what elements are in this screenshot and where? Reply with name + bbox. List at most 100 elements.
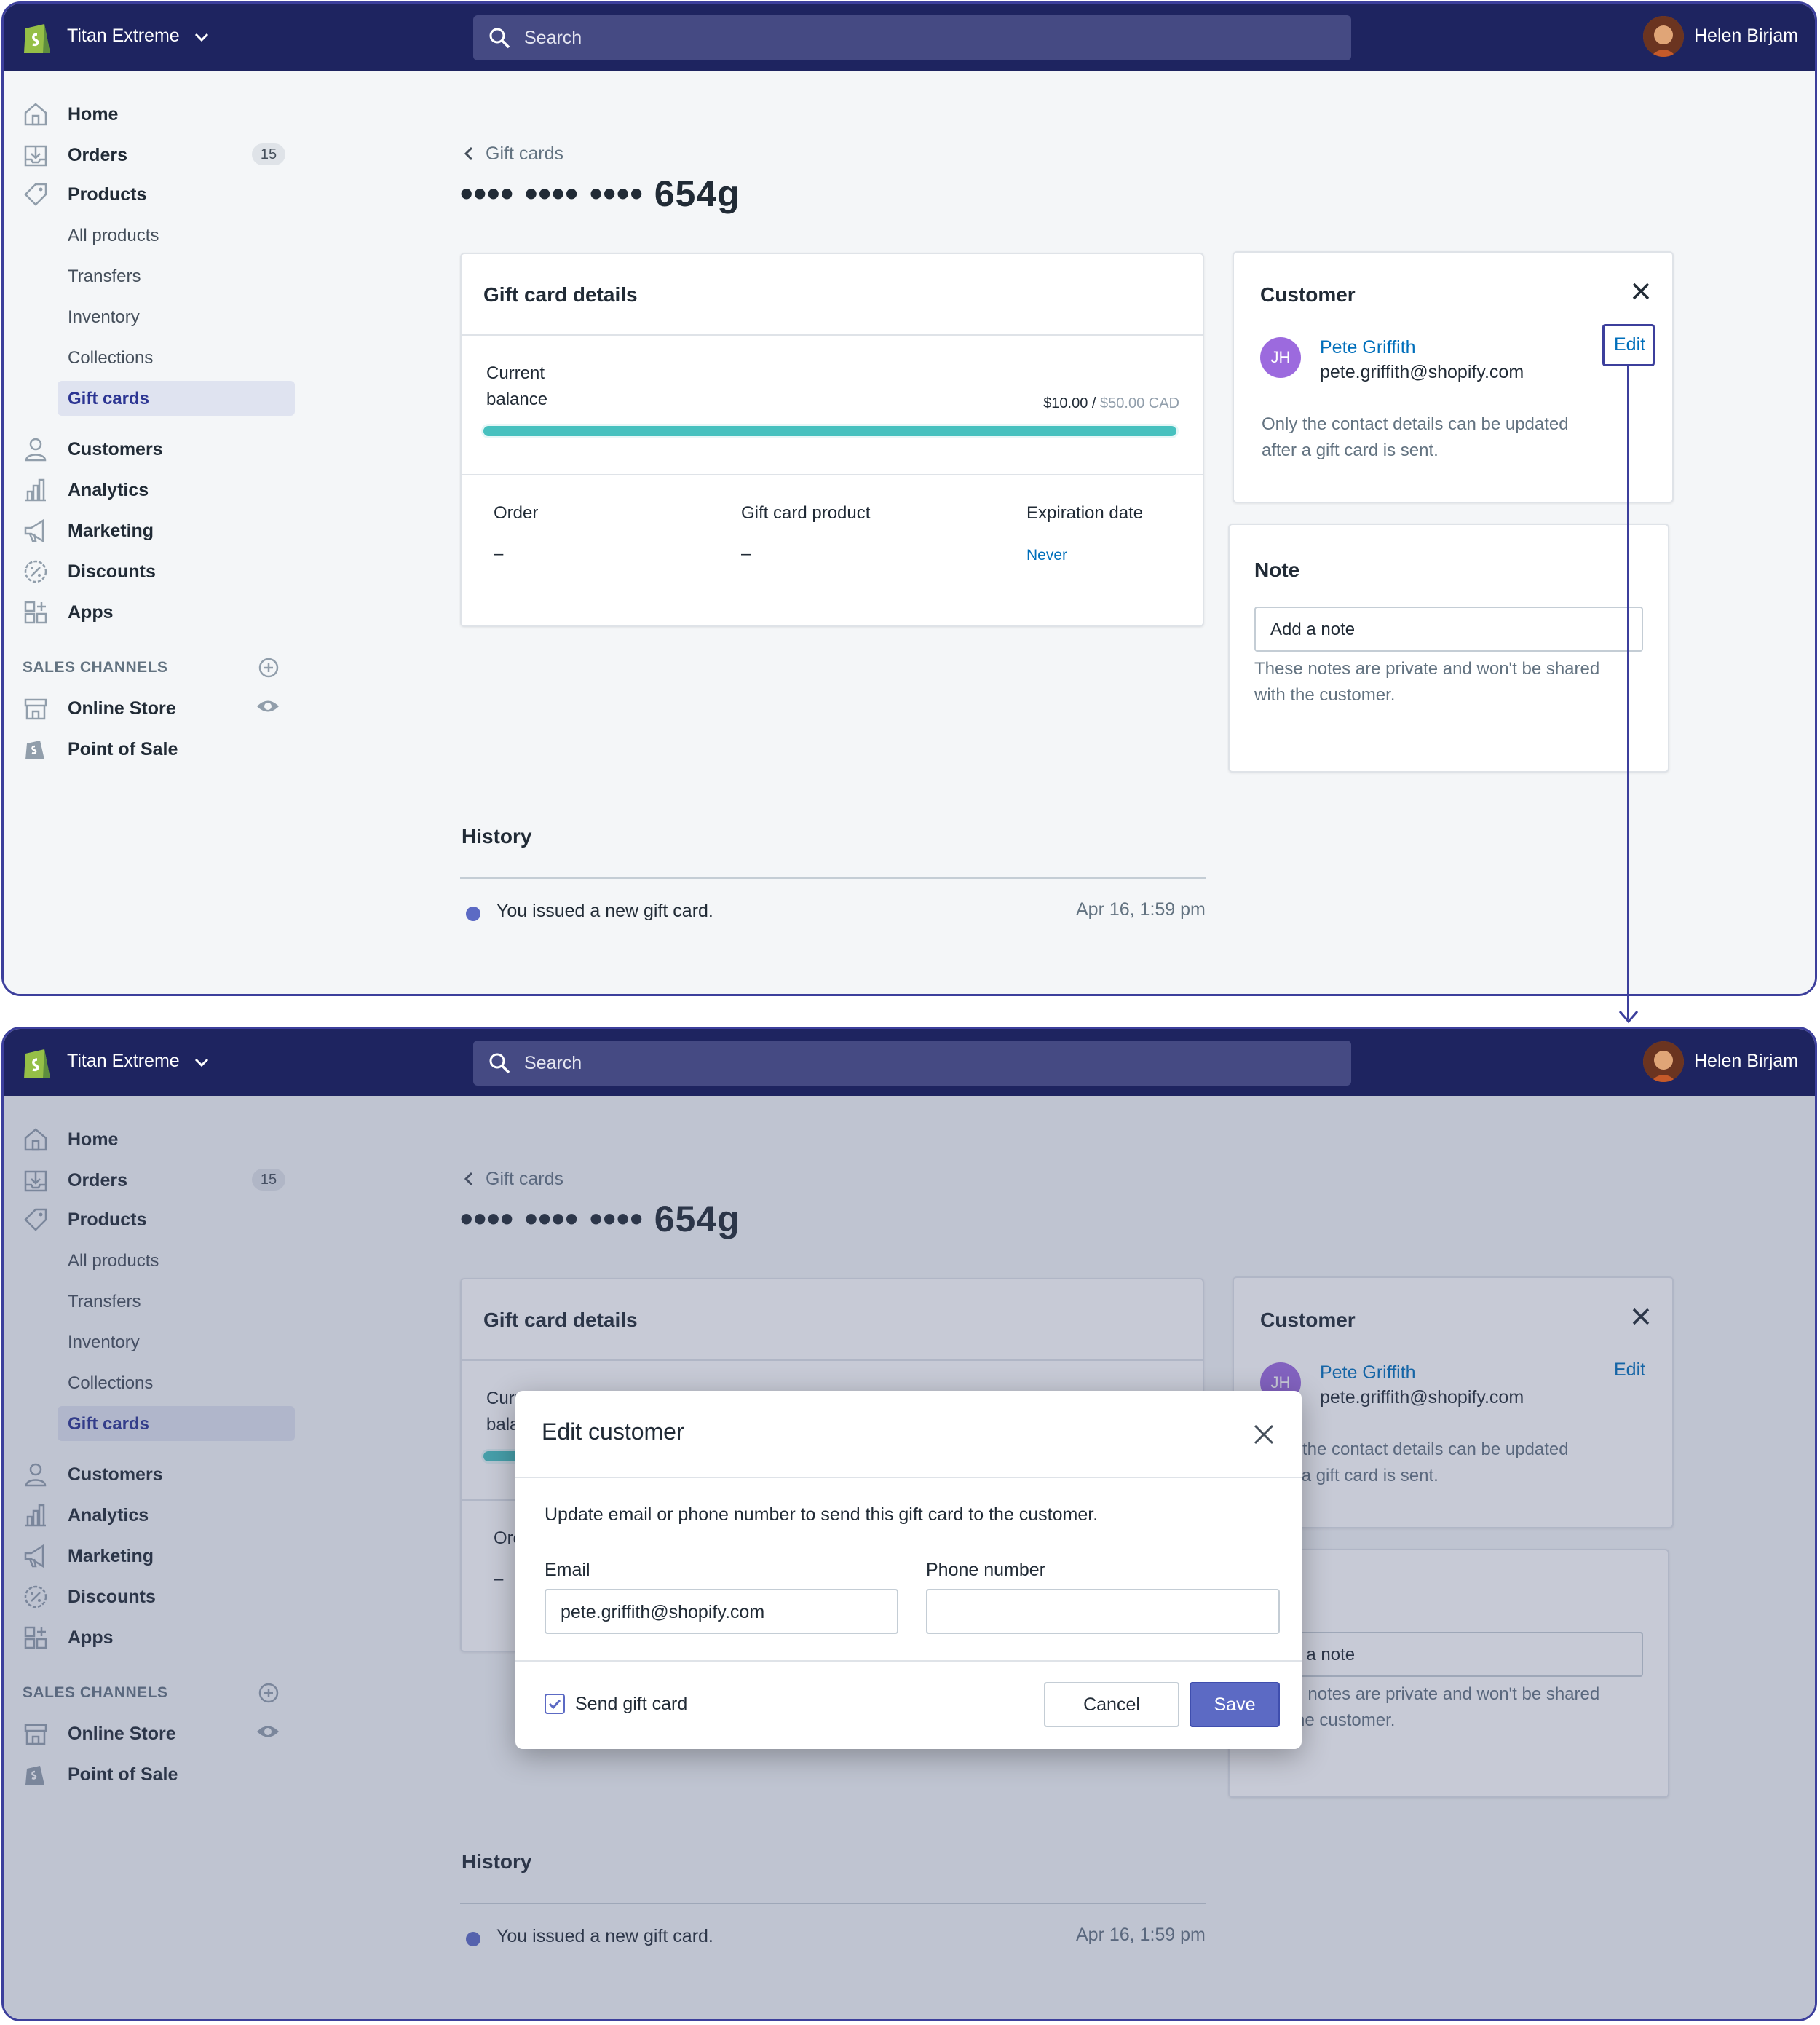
chevron-down-icon[interactable] <box>191 27 212 47</box>
arrow-down-icon <box>1618 1011 1639 1024</box>
note-card: Note Add a note These notes are private … <box>1228 524 1669 773</box>
user-name[interactable]: Helen Birjam <box>1694 25 1798 47</box>
megaphone-icon <box>24 518 44 543</box>
history-time: Apr 16, 1:59 pm <box>1076 899 1206 920</box>
sidebar-label-discounts: Discounts <box>68 561 156 582</box>
modal-divider <box>515 1660 1302 1662</box>
sidebar: Home Orders 15 Products All products Tra… <box>4 71 306 994</box>
note-placeholder: Add a note <box>1270 620 1356 639</box>
send-gift-card-label[interactable]: Send gift card <box>575 1694 687 1715</box>
discount-icon <box>24 560 47 583</box>
close-icon[interactable] <box>1630 280 1652 302</box>
sidebar-label-customers: Customers <box>68 439 163 459</box>
order-label: Order <box>494 503 539 523</box>
history-event: You issued a new gift card. <box>496 901 713 921</box>
balance-current: $10.00 <box>1043 395 1088 411</box>
orders-icon <box>24 145 47 167</box>
note-input[interactable]: Add a note <box>1254 607 1643 652</box>
edit-customer-modal: Edit customer Update email or phone numb… <box>515 1391 1302 1749</box>
breadcrumb-gift-cards[interactable]: Gift cards <box>486 143 563 165</box>
email-field[interactable]: pete.griffith@shopify.com <box>545 1589 898 1634</box>
eye-icon[interactable] <box>256 694 280 719</box>
sub-label: Gift cards <box>68 389 150 408</box>
note-heading: Note <box>1254 558 1300 581</box>
top-bar: Titan Extreme Search Helen Birjam <box>4 1029 1815 1096</box>
search-icon <box>489 28 510 49</box>
note-help: These notes are private and won't be sha… <box>1254 659 1600 679</box>
sidebar-subitem-inventory[interactable]: Inventory <box>58 299 295 334</box>
search-input[interactable]: Search <box>473 15 1351 60</box>
balance-total: $50.00 CAD <box>1100 395 1179 411</box>
orders-count-badge: 15 <box>252 143 285 165</box>
modal-divider <box>515 1477 1302 1478</box>
sub-label: Inventory <box>68 307 140 327</box>
bar-chart-icon <box>25 478 46 502</box>
sub-label: All products <box>68 226 159 245</box>
close-icon[interactable] <box>1251 1421 1277 1448</box>
store-icon <box>24 698 47 720</box>
edit-highlight-box <box>1602 324 1655 366</box>
customer-email: pete.griffith@shopify.com <box>1320 362 1524 382</box>
sidebar-item-orders[interactable]: Orders 15 <box>4 136 302 173</box>
top-bar: Titan Extreme Search Helen Birjam <box>4 4 1815 71</box>
history-heading: History <box>462 825 532 848</box>
save-button[interactable]: Save <box>1190 1682 1280 1727</box>
gift-card-details-card: Gift card details Current balance $10.00… <box>460 253 1204 627</box>
sidebar-subitem-gift-cards[interactable]: Gift cards <box>58 381 295 416</box>
page-title: •••• •••• •••• 654g <box>460 173 740 214</box>
divider <box>462 334 1203 336</box>
sidebar-subitem-transfers[interactable]: Transfers <box>58 258 295 293</box>
chevron-down-icon[interactable] <box>191 1052 212 1073</box>
customer-note: Only the contact details can be updated <box>1262 414 1569 434</box>
screen-default: Titan Extreme Search Helen Birjam Home O… <box>1 1 1817 996</box>
search-icon <box>489 1053 510 1074</box>
sidebar-item-apps[interactable]: Apps <box>4 593 302 630</box>
sidebar-item-products[interactable]: Products <box>4 175 302 212</box>
sidebar-label-point-of-sale: Point of Sale <box>68 739 178 759</box>
chevron-left-icon[interactable] <box>460 145 478 162</box>
search-input[interactable]: Search <box>473 1041 1351 1086</box>
customer-heading: Customer <box>1260 283 1356 306</box>
gift-card-product-label: Gift card product <box>741 503 871 523</box>
expiration-value: Never <box>1026 547 1068 564</box>
sidebar-item-discounts[interactable]: Discounts <box>4 553 302 589</box>
sidebar-label-analytics: Analytics <box>68 480 149 500</box>
search-placeholder: Search <box>524 28 582 48</box>
balance-label: balance <box>486 390 548 409</box>
user-name[interactable]: Helen Birjam <box>1694 1051 1798 1072</box>
email-label: Email <box>545 1560 590 1580</box>
shopify-logo-icon <box>24 1049 50 1078</box>
user-avatar[interactable] <box>1643 1041 1684 1082</box>
flow-connector-line <box>1627 364 1629 1019</box>
sidebar-subitem-all-products[interactable]: All products <box>58 218 295 253</box>
store-name[interactable]: Titan Extreme <box>67 25 180 47</box>
sidebar-item-home[interactable]: Home <box>4 95 302 132</box>
balance-value: $10.00 / $50.00 CAD <box>1043 395 1179 412</box>
customer-name-link[interactable]: Pete Griffith <box>1320 337 1416 358</box>
sidebar-label-online-store: Online Store <box>68 698 176 719</box>
note-help: with the customer. <box>1254 685 1396 705</box>
balance-separator: / <box>1088 395 1101 411</box>
add-channel-icon[interactable] <box>257 656 280 679</box>
store-name[interactable]: Titan Extreme <box>67 1051 180 1072</box>
user-avatar[interactable] <box>1643 16 1684 57</box>
sidebar-item-point-of-sale[interactable]: Point of Sale <box>4 730 302 767</box>
sidebar-item-customers[interactable]: Customers <box>4 430 302 467</box>
send-gift-card-checkbox[interactable] <box>545 1694 565 1714</box>
gift-card-product-value: – <box>741 544 751 564</box>
phone-label: Phone number <box>926 1560 1046 1580</box>
sidebar-item-marketing[interactable]: Marketing <box>4 512 302 548</box>
sidebar-item-online-store[interactable]: Online Store <box>4 690 302 726</box>
modal-title: Edit customer <box>542 1418 684 1445</box>
cancel-button[interactable]: Cancel <box>1044 1682 1179 1727</box>
search-placeholder: Search <box>524 1053 582 1073</box>
customer-note: after a gift card is sent. <box>1262 441 1439 460</box>
sidebar-item-analytics[interactable]: Analytics <box>4 471 302 508</box>
sidebar-label-home: Home <box>68 104 119 125</box>
sidebar-subitem-collections[interactable]: Collections <box>58 340 295 375</box>
phone-number-field[interactable] <box>926 1589 1280 1634</box>
sidebar-label-orders: Orders <box>68 145 127 165</box>
sidebar-label-apps: Apps <box>68 602 114 623</box>
tag-icon <box>24 183 47 206</box>
email-value: pete.griffith@shopify.com <box>561 1602 765 1622</box>
